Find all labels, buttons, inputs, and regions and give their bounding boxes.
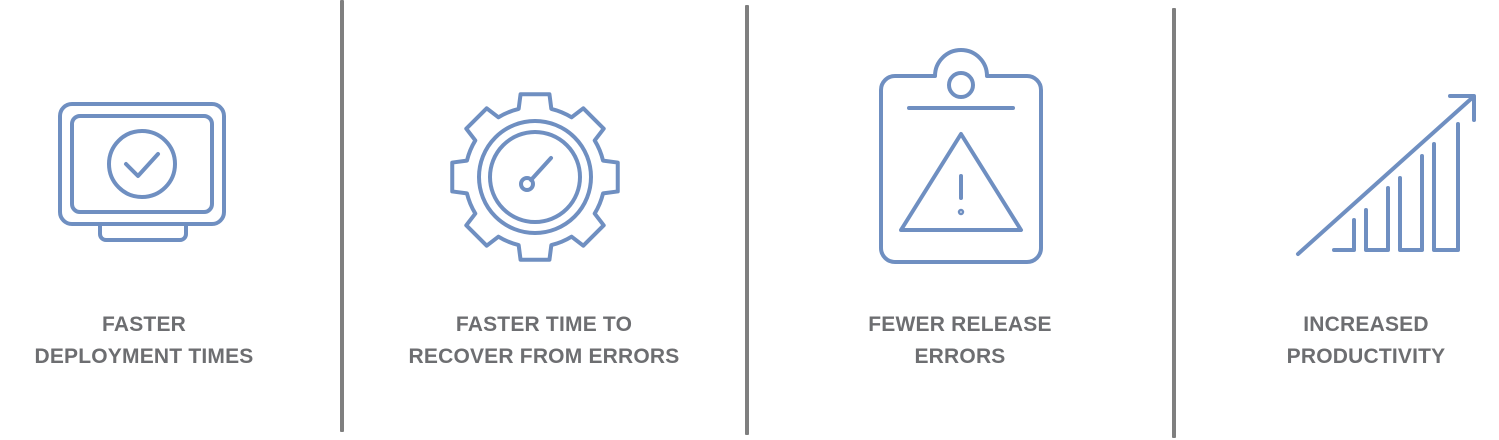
benefit-label-line-2: RECOVER FROM ERRORS <box>408 345 680 368</box>
benefit-label-line-2: ERRORS <box>914 345 1006 368</box>
benefit-label: FEWER RELEASE ERRORS <box>753 309 1167 373</box>
clipboard-warning-icon <box>879 48 1045 268</box>
benefit-panel-productivity: INCREASED PRODUCTIVITY <box>1176 0 1499 440</box>
benefit-label: FASTER TIME TO RECOVER FROM ERRORS <box>364 309 724 373</box>
benefit-label-line-2: PRODUCTIVITY <box>1286 345 1446 368</box>
benefit-label-line-1: FASTER <box>101 313 187 336</box>
benefit-label: FASTER DEPLOYMENT TIMES <box>0 309 288 373</box>
growth-chart-icon <box>1294 92 1480 258</box>
benefit-label-line-1: FEWER RELEASE <box>868 313 1052 336</box>
benefit-label-line-2: DEPLOYMENT TIMES <box>34 345 254 368</box>
benefit-label-line-1: FASTER TIME TO <box>455 313 633 336</box>
benefit-panel-release-errors: FEWER RELEASE ERRORS <box>749 0 1174 440</box>
monitor-check-icon <box>58 100 228 246</box>
benefit-panel-deployment: FASTER DEPLOYMENT TIMES <box>0 0 344 440</box>
gear-gauge-icon <box>444 86 626 268</box>
benefit-label-line-1: INCREASED <box>1303 313 1429 336</box>
benefit-label: INCREASED PRODUCTIVITY <box>1256 309 1476 373</box>
benefit-panel-recovery: FASTER TIME TO RECOVER FROM ERRORS <box>344 0 746 440</box>
